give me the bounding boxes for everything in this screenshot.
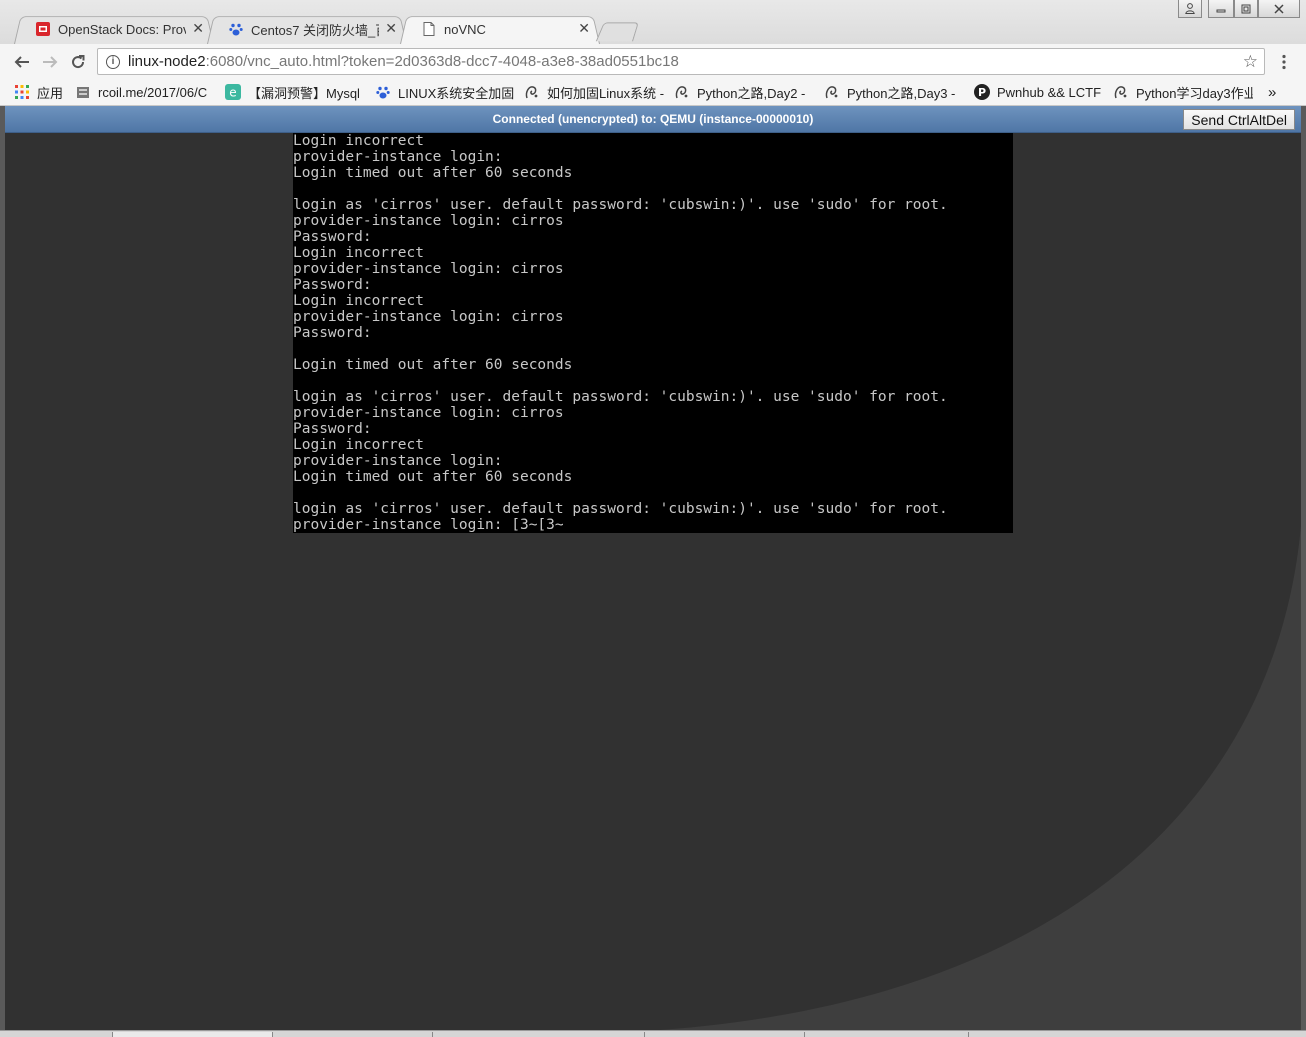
- bookmark-label: Python学习day3作业: [1136, 85, 1253, 101]
- bookmark-python-day2[interactable]: Python之路,Day2 -: [674, 82, 814, 102]
- new-tab-button[interactable]: [595, 22, 639, 42]
- svg-text:P: P: [978, 86, 986, 99]
- document-icon: [75, 84, 91, 100]
- console-line: Login incorrect: [293, 293, 424, 309]
- page-viewport: Connected (unencrypted) to: QEMU (instan…: [0, 106, 1306, 1036]
- console-line: provider-instance login: cirros: [293, 405, 564, 421]
- console-line: Password:: [293, 325, 372, 341]
- address-bar[interactable]: i linux-node2:6080/vnc_auto.html?token=2…: [97, 48, 1265, 75]
- cnblogs-icon: [674, 84, 690, 100]
- console-output: Login incorrect provider-instance login: L…: [293, 133, 1013, 533]
- console-line: Login timed out after 60 seconds: [293, 357, 573, 373]
- console-line: Login incorrect: [293, 133, 424, 149]
- tab-close-icon[interactable]: ✕: [385, 21, 397, 37]
- console-line: Login incorrect: [293, 437, 424, 453]
- console-line: provider-instance login: cirros: [293, 309, 564, 325]
- vnc-console-screen[interactable]: Login incorrect provider-instance login: L…: [293, 133, 1013, 533]
- bookmark-howto-harden-linux[interactable]: 如何加固Linux系统 -: [524, 82, 664, 102]
- bookmark-mysql-warning[interactable]: e 【漏洞预警】Mysql: [225, 82, 362, 102]
- baidu-paw-icon: [229, 22, 243, 36]
- console-line: Password:: [293, 277, 372, 293]
- bookmarks-bar: 应用 rcoil.me/2017/06/C e 【漏洞预警】Mysql LINU…: [0, 79, 1306, 106]
- console-line: provider-instance login:: [293, 453, 503, 469]
- bookmark-label: Python之路,Day2 -: [697, 85, 806, 101]
- tab-centos7-firewall[interactable]: Centos7 关闭防火墙_百 ✕: [207, 14, 407, 44]
- send-ctrl-alt-del-button[interactable]: Send CtrlAltDel: [1183, 109, 1295, 130]
- console-line: Login incorrect: [293, 245, 424, 261]
- tab-label: noVNC: [444, 21, 486, 37]
- openstack-icon: [36, 22, 50, 36]
- console-line: provider-instance login: [3~[3~: [293, 517, 564, 533]
- bookmark-label: 【漏洞预警】Mysql: [248, 85, 360, 101]
- bookmark-linux-hardening[interactable]: LINUX系统安全加固: [375, 82, 515, 102]
- tab-label: Centos7 关闭防火墙_百: [251, 22, 380, 38]
- close-icon[interactable]: [1258, 0, 1300, 18]
- tab-novnc[interactable]: noVNC ✕: [400, 14, 600, 44]
- info-icon[interactable]: i: [106, 54, 120, 69]
- tab-openstack-docs[interactable]: OpenStack Docs: Provi ✕: [14, 14, 214, 44]
- browser-toolbar: i linux-node2:6080/vnc_auto.html?token=2…: [0, 44, 1306, 79]
- pwnhub-icon: P: [974, 84, 990, 100]
- bookmark-label: LINUX系统安全加固: [398, 85, 515, 101]
- console-line: Password:: [293, 229, 372, 245]
- connection-status: Connected (unencrypted) to: QEMU (instan…: [492, 112, 814, 126]
- novnc-page: Connected (unencrypted) to: QEMU (instan…: [5, 106, 1301, 1031]
- cnblogs-icon: [1113, 84, 1129, 100]
- bookmark-pwnhub[interactable]: P Pwnhub && LCTF: [974, 82, 1106, 102]
- tab-label: OpenStack Docs: Provi: [58, 21, 187, 37]
- back-arrow-icon[interactable]: [10, 50, 34, 74]
- console-line: provider-instance login: cirros: [293, 261, 564, 277]
- bookmarks-overflow-chevron-icon[interactable]: »: [1268, 82, 1284, 102]
- console-line: provider-instance login: cirros: [293, 213, 564, 229]
- cnblogs-icon: [524, 84, 540, 100]
- green-e-icon: e: [225, 84, 241, 100]
- console-line: Password:: [293, 421, 372, 437]
- bookmark-label: 如何加固Linux系统 -: [547, 85, 664, 101]
- bookmark-label: 应用: [37, 85, 64, 101]
- maximize-icon[interactable]: [1234, 0, 1258, 18]
- browser-title-bar: OpenStack Docs: Provi ✕ Centos7 关闭防火墙_百 …: [0, 0, 1306, 44]
- bookmark-python-day3-homework[interactable]: Python学习day3作业: [1113, 82, 1253, 102]
- console-line: provider-instance login:: [293, 149, 503, 165]
- apps-grid-icon: [14, 84, 30, 100]
- bookmark-rcoil[interactable]: rcoil.me/2017/06/C: [75, 82, 212, 102]
- url-path: :6080/vnc_auto.html?token=2d0363d8-dcc7-…: [205, 53, 679, 70]
- console-line: Login timed out after 60 seconds: [293, 469, 573, 485]
- baidu-paw-icon: [375, 84, 391, 100]
- novnc-status-bar: Connected (unencrypted) to: QEMU (instan…: [5, 106, 1301, 133]
- bookmark-star-icon[interactable]: ☆: [1243, 52, 1258, 72]
- tab-close-icon[interactable]: ✕: [192, 21, 204, 37]
- reload-icon[interactable]: [66, 50, 90, 74]
- cnblogs-icon: [824, 84, 840, 100]
- page-icon: [422, 22, 436, 36]
- console-line: login as 'cirros' user. default password…: [293, 501, 948, 517]
- menu-kebab-icon[interactable]: [1272, 50, 1296, 74]
- bookmark-label: Pwnhub && LCTF: [997, 84, 1102, 100]
- bookmark-python-day3[interactable]: Python之路,Day3 -: [824, 82, 964, 102]
- tab-close-icon[interactable]: ✕: [578, 21, 590, 37]
- forward-arrow-icon[interactable]: [38, 50, 62, 74]
- minimize-icon[interactable]: [1208, 0, 1234, 18]
- url-host: linux-node2: [128, 53, 206, 70]
- svg-text:e: e: [229, 86, 236, 100]
- console-line: login as 'cirros' user. default password…: [293, 389, 948, 405]
- console-line: login as 'cirros' user. default password…: [293, 197, 948, 213]
- bookmark-apps[interactable]: 应用: [14, 82, 70, 102]
- bookmark-label: rcoil.me/2017/06/C: [98, 84, 208, 100]
- person-icon[interactable]: [1178, 0, 1202, 18]
- console-line: Login timed out after 60 seconds: [293, 165, 573, 181]
- bookmark-label: Python之路,Day3 -: [847, 85, 956, 101]
